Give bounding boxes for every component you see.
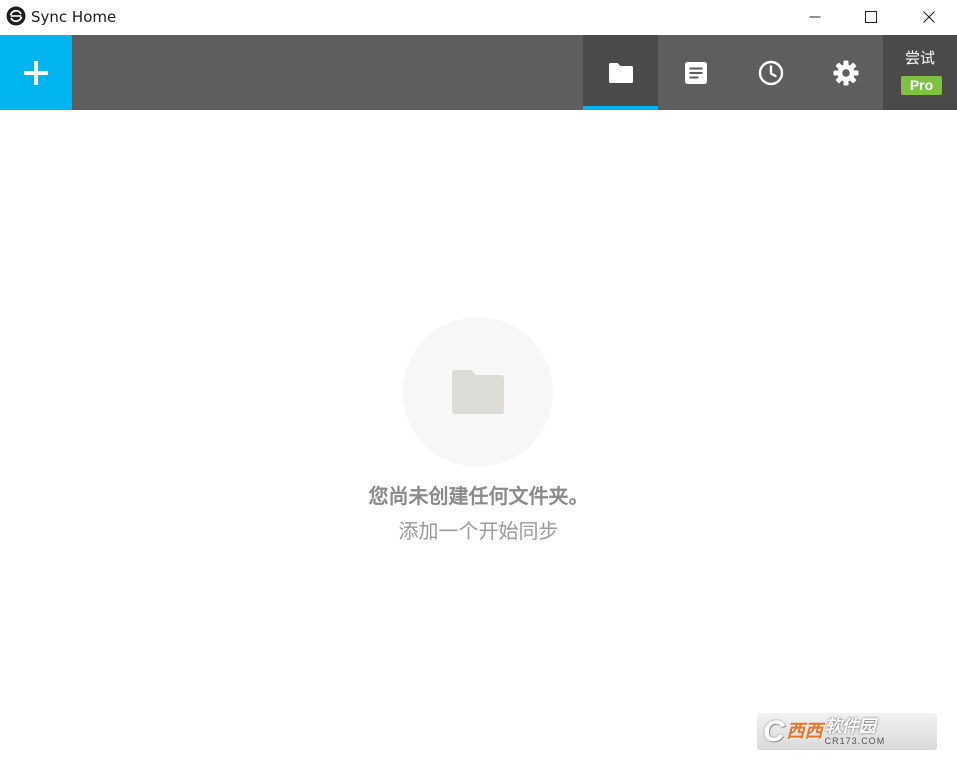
folder-icon bbox=[452, 370, 504, 414]
empty-state-subtitle: 添加一个开始同步 bbox=[398, 519, 559, 543]
watermark-text-group: 软件园 CR173.COM bbox=[825, 718, 886, 746]
folder-icon bbox=[608, 62, 633, 83]
watermark-logo: C 西西 软件园 CR173.COM bbox=[757, 713, 937, 750]
maximize-icon bbox=[865, 10, 877, 23]
pro-badge: Pro bbox=[901, 76, 942, 95]
watermark-domain: CR173.COM bbox=[824, 735, 886, 746]
minimize-icon bbox=[809, 16, 821, 17]
watermark-text: 软件园 bbox=[824, 716, 876, 737]
toolbar: 尝试 Pro bbox=[0, 35, 957, 110]
tab-logs[interactable] bbox=[658, 35, 733, 110]
watermark-c-glyph: C bbox=[763, 714, 785, 748]
close-icon bbox=[923, 10, 935, 23]
clock-icon bbox=[758, 60, 783, 85]
empty-state-illustration bbox=[403, 317, 553, 467]
watermark-brand: 西西 bbox=[786, 720, 823, 742]
close-button[interactable] bbox=[900, 0, 957, 33]
minimize-button[interactable] bbox=[786, 0, 844, 33]
tab-folders[interactable] bbox=[583, 35, 658, 110]
add-folder-button[interactable] bbox=[0, 35, 72, 110]
try-pro-button[interactable]: 尝试 Pro bbox=[883, 35, 957, 110]
title-bar: Sync Home bbox=[0, 0, 957, 35]
window-title: Sync Home bbox=[31, 8, 117, 26]
sync-logo-icon bbox=[6, 6, 26, 26]
try-pro-label: 尝试 bbox=[904, 49, 935, 67]
plus-icon bbox=[24, 60, 48, 85]
gear-icon bbox=[833, 60, 858, 85]
maximize-button[interactable] bbox=[842, 0, 900, 33]
empty-state-title: 您尚未创建任何文件夹。 bbox=[368, 484, 589, 508]
tab-settings[interactable] bbox=[808, 35, 883, 110]
tab-history[interactable] bbox=[733, 35, 808, 110]
active-tab-indicator bbox=[583, 106, 658, 110]
document-list-icon bbox=[684, 61, 707, 84]
